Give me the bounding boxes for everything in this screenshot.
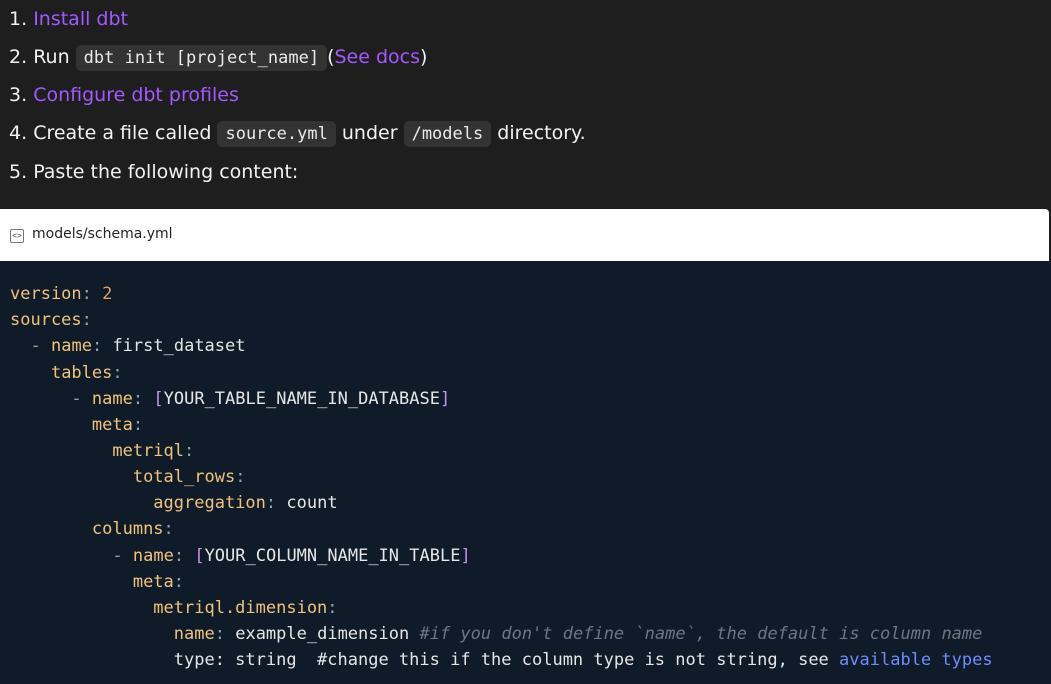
code-line: sources: xyxy=(10,310,92,330)
step-text: Run xyxy=(33,46,70,68)
install-dbt-link[interactable]: Install dbt xyxy=(33,8,128,30)
dbt-init-command: dbt init [project_name] xyxy=(75,45,328,71)
step-number: 3. xyxy=(9,84,28,106)
step-text: Paste the following content: xyxy=(33,161,299,183)
code-file-icon: <> xyxy=(10,229,24,243)
code-line: columns: xyxy=(91,519,174,539)
source-yml-code: source.yml xyxy=(217,121,336,147)
code-line: name: example_dimension #if you don't de… xyxy=(173,624,983,644)
paren-open: ( xyxy=(327,46,335,68)
step-number: 4. xyxy=(9,122,28,144)
code-line: metriql.dimension: xyxy=(153,598,338,618)
see-docs-link[interactable]: See docs xyxy=(335,46,421,68)
step-4: 4. Create a file called source.yml under… xyxy=(9,120,586,147)
step-number: 2. xyxy=(9,46,28,68)
code-line: meta: xyxy=(132,572,185,592)
code-line: - name: [YOUR_COLUMN_NAME_IN_TABLE] xyxy=(112,546,471,566)
code-line: version: 2 xyxy=(10,284,113,304)
file-name: models/schema.yml xyxy=(32,226,173,242)
step-number: 1. xyxy=(9,8,28,30)
code-block: version: 2 sources: - name: first_datase… xyxy=(0,261,1051,684)
available-types-link[interactable]: available types xyxy=(839,650,993,670)
code-line: total_rows: xyxy=(132,467,246,487)
configure-profiles-link[interactable]: Configure dbt profiles xyxy=(33,84,239,106)
step-5: 5. Paste the following content: xyxy=(9,159,298,185)
step-3: 3. Configure dbt profiles xyxy=(9,82,239,108)
code-line: aggregation: count xyxy=(153,493,338,513)
code-line: - name: first_dataset xyxy=(30,336,246,356)
code-line: tables: xyxy=(50,363,123,383)
file-header: <> models/schema.yml xyxy=(0,209,1049,261)
step-text: Create a file called xyxy=(33,122,212,144)
code-line: type: string #change this if the column … xyxy=(173,650,993,670)
models-dir-code: /models xyxy=(403,121,492,147)
step-2: 2. Run dbt init [project_name] (See docs) xyxy=(9,44,427,71)
step-1: 1. Install dbt xyxy=(9,6,128,32)
code-line: - name: [YOUR_TABLE_NAME_IN_DATABASE] xyxy=(71,389,451,409)
code-line: metriql: xyxy=(112,441,195,461)
step-number: 5. xyxy=(9,161,28,183)
paren-close: ) xyxy=(420,46,428,68)
code-line: meta: xyxy=(91,415,144,435)
step-text-mid: under xyxy=(341,122,398,144)
step-text-after: directory. xyxy=(497,122,586,144)
